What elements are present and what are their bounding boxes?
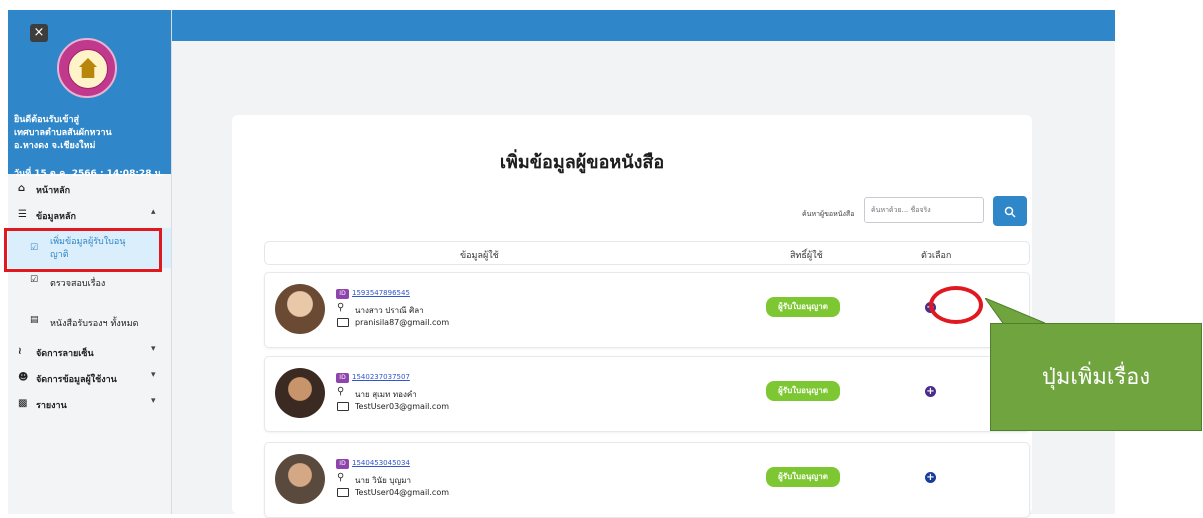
logo-building-icon xyxy=(79,58,97,78)
chevron-up-icon: ▴ xyxy=(151,207,156,217)
main-content: เพิ่มข้อมูลผู้ขอหนังสือ ค้นหาผู้ขอหนังสื… xyxy=(172,41,1115,518)
welcome-line-2: เทศบาลตำบลสันผักหวาน xyxy=(14,128,112,138)
municipality-logo xyxy=(57,38,117,98)
checkbox-icon: ☑ xyxy=(30,275,39,285)
permission-badge[interactable]: ผู้รับใบอนุญาต xyxy=(766,297,840,317)
signature-icon: ≀ xyxy=(18,346,22,357)
sidebar-item-label: ตรวจสอบเรื่อง xyxy=(50,279,106,289)
sidebar-item-signature[interactable]: ≀ จัดการลายเซ็น ▾ xyxy=(8,341,171,363)
mail-icon xyxy=(337,488,349,497)
home-icon: ⌂ xyxy=(18,183,26,194)
database-icon: ☰ xyxy=(18,209,27,220)
avatar xyxy=(275,368,325,418)
sidebar-item-all-certificates[interactable]: ▤ หนังสือรับรองฯ ทั้งหมด xyxy=(8,312,171,332)
welcome-line-3: อ.หางดง จ.เชียงใหม่ xyxy=(14,141,96,151)
sidebar-item-users[interactable]: ☻ จัดการข้อมูลผู้ใช้งาน ▾ xyxy=(8,367,171,389)
search-button[interactable] xyxy=(993,196,1027,226)
sidebar-item-main-data[interactable]: ☰ ข้อมูลหลัก ▴ xyxy=(8,204,171,226)
sidebar-item-check-docs[interactable]: ☑ ตรวจสอบเรื่อง xyxy=(8,272,171,292)
avatar xyxy=(275,284,325,334)
id-card-icon: ID xyxy=(336,289,349,299)
plus-icon: + xyxy=(926,472,935,483)
applicant-name: นางสาว ปราณี ศิลา xyxy=(355,306,424,315)
search-label: ค้นหาผู้ขอหนังสือ xyxy=(802,210,855,218)
search-input[interactable] xyxy=(864,197,984,223)
page-title: เพิ่มข้อมูลผู้ขอหนังสือ xyxy=(499,152,665,173)
chevron-down-icon: ▾ xyxy=(151,344,156,354)
mail-icon xyxy=(337,402,349,411)
logo-inner xyxy=(68,49,108,89)
sidebar-item-label: หน้าหลัก xyxy=(36,186,71,196)
column-header-permission: สิทธิ์ผู้ใช้ xyxy=(790,251,823,261)
permission-badge[interactable]: ผู้รับใบอนุญาต xyxy=(766,467,840,487)
welcome-text: ยินดีต้อนรับเข้าสู่ เทศบาลตำบลสันผักหวาน… xyxy=(14,114,170,153)
column-header-options: ตัวเลือก xyxy=(921,251,952,261)
sidebar-item-label: จัดการข้อมูลผู้ใช้งาน xyxy=(36,375,117,385)
person-icon: ⚲ xyxy=(337,386,345,397)
avatar xyxy=(275,454,325,504)
sidebar-item-label: รายงาน xyxy=(36,401,67,411)
top-bar xyxy=(172,10,1115,41)
table-header: ข้อมูลผู้ใช้ สิทธิ์ผู้ใช้ ตัวเลือก xyxy=(264,241,1030,265)
close-button[interactable]: × xyxy=(30,24,48,42)
person-icon: ⚲ xyxy=(337,472,345,483)
person-icon: ⚲ xyxy=(337,302,345,313)
citizen-id-link[interactable]: 1540237037507 xyxy=(352,373,410,381)
applicant-email: TestUser03@gmail.com xyxy=(355,402,450,411)
applicant-name: นาย วินัย บุญมา xyxy=(355,476,412,485)
document-icon: ▤ xyxy=(30,315,39,325)
citizen-id-link[interactable]: 1593547896545 xyxy=(352,289,410,297)
permission-badge[interactable]: ผู้รับใบอนุญาต xyxy=(766,381,840,401)
mail-icon xyxy=(337,318,349,327)
search-icon xyxy=(1004,206,1016,218)
report-icon: ▩ xyxy=(18,398,28,409)
sidebar-item-report[interactable]: ▩ รายงาน ▾ xyxy=(8,393,171,415)
sidebar-header: × ยินดีต้อนรับเข้าสู่ เทศบาลตำบลสันผักหว… xyxy=(8,10,171,179)
welcome-line-1: ยินดีต้อนรับเข้าสู่ xyxy=(14,115,79,125)
sidebar-item-label: ข้อมูลหลัก xyxy=(36,212,76,222)
applicant-email: TestUser04@gmail.com xyxy=(355,488,450,497)
chevron-down-icon: ▾ xyxy=(151,370,156,380)
annotation-circle xyxy=(929,286,983,324)
sidebar-item-home[interactable]: ⌂ หน้าหลัก xyxy=(8,178,171,200)
applicant-email: pranisila87@gmail.com xyxy=(355,318,450,327)
id-card-icon: ID xyxy=(336,459,349,469)
users-icon: ☻ xyxy=(18,372,29,383)
sidebar-item-label: หนังสือรับรองฯ ทั้งหมด xyxy=(50,319,139,329)
chevron-down-icon: ▾ xyxy=(151,396,156,406)
id-card-icon: ID xyxy=(336,373,349,383)
citizen-id-link[interactable]: 1540453045034 xyxy=(352,459,410,467)
table-row: ID 1540453045034 ⚲ นาย วินัย บุญมา TestU… xyxy=(264,442,1030,518)
column-header-user-info: ข้อมูลผู้ใช้ xyxy=(460,251,499,261)
applicant-name: นาย สุเมท ทองคำ xyxy=(355,390,417,399)
annotation-highlight-box xyxy=(4,228,162,272)
sidebar-item-label: จัดการลายเซ็น xyxy=(36,349,94,359)
annotation-callout: ปุ่มเพิ่มเรื่อง xyxy=(990,323,1202,431)
app-page: × ยินดีต้อนรับเข้าสู่ เทศบาลตำบลสันผักหว… xyxy=(0,0,1203,518)
add-request-button[interactable]: + xyxy=(925,472,936,483)
plus-icon: + xyxy=(926,386,935,397)
add-request-button[interactable]: + xyxy=(925,386,936,397)
table-row: ID 1540237037507 ⚲ นาย สุเมท ทองคำ TestU… xyxy=(264,356,1030,432)
applicant-card: เพิ่มข้อมูลผู้ขอหนังสือ ค้นหาผู้ขอหนังสื… xyxy=(232,115,1032,518)
table-row: ID 1593547896545 ⚲ นางสาว ปราณี ศิลา pra… xyxy=(264,272,1030,348)
